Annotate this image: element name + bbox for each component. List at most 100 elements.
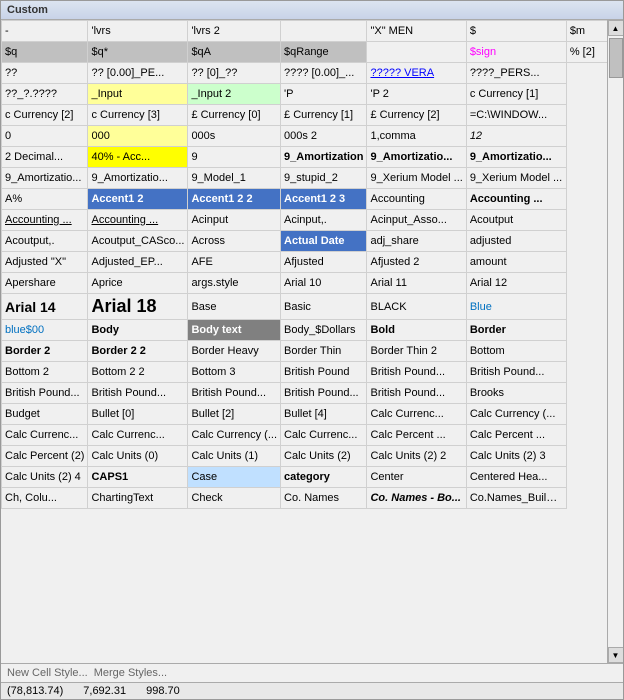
grid-cell[interactable]: Center (367, 467, 466, 488)
grid-cell[interactable]: Accent1 2 3 (281, 189, 367, 210)
grid-cell[interactable]: £ Currency [2] (367, 105, 466, 126)
grid-cell[interactable]: Acinput (188, 210, 281, 231)
grid-cell[interactable]: Afjusted (281, 252, 367, 273)
grid-cell[interactable]: Actual Date (281, 231, 367, 252)
grid-cell[interactable]: British Pound... (367, 383, 466, 404)
grid-cell[interactable]: 2 Decimal... (2, 147, 88, 168)
grid-cell[interactable]: Accent1 2 (88, 189, 188, 210)
grid-cell[interactable]: 000 (88, 126, 188, 147)
grid-cell[interactable]: Bottom 3 (188, 362, 281, 383)
grid-cell[interactable]: Body text (188, 320, 281, 341)
grid-cell[interactable]: Calc Currenc... (2, 425, 88, 446)
grid-cell[interactable]: Calc Units (2) (281, 446, 367, 467)
grid-cell[interactable]: 1,comma (367, 126, 466, 147)
grid-cell[interactable]: 0 (2, 126, 88, 147)
grid-cell[interactable]: Co.Names_Buildup... (466, 488, 566, 509)
grid-cell[interactable]: Co. Names - Bo... (367, 488, 466, 509)
grid-cell[interactable]: British Pound (281, 362, 367, 383)
grid-cell[interactable]: args.style (188, 273, 281, 294)
grid-cell[interactable]: 9_Amortizatio... (2, 168, 88, 189)
grid-cell[interactable]: Acinput,. (281, 210, 367, 231)
grid-cell[interactable]: $sign (466, 42, 566, 63)
grid-cell[interactable]: Border Thin 2 (367, 341, 466, 362)
grid-cell[interactable]: Acoutput (466, 210, 566, 231)
grid-cell[interactable]: £ Currency [1] (281, 105, 367, 126)
grid-cell[interactable]: Calc Units (1) (188, 446, 281, 467)
grid-cell[interactable]: British Pound... (466, 362, 566, 383)
grid-cell[interactable]: 'P (281, 84, 367, 105)
grid-cell[interactable]: British Pound... (2, 383, 88, 404)
grid-cell[interactable]: Bullet [4] (281, 404, 367, 425)
grid-cell[interactable]: $q* (88, 42, 188, 63)
grid-cell[interactable]: 9_Amortization (281, 147, 367, 168)
grid-cell[interactable]: _Input 2 (188, 84, 281, 105)
grid-cell[interactable]: c Currency [2] (2, 105, 88, 126)
grid-cell[interactable]: British Pound... (188, 383, 281, 404)
grid-cell[interactable]: _Input (88, 84, 188, 105)
grid-cell[interactable]: Border 2 (2, 341, 88, 362)
grid-cell[interactable]: Arial 14 (2, 294, 88, 320)
grid-cell[interactable]: Adjusted_EP... (88, 252, 188, 273)
grid-cell[interactable]: c Currency [1] (466, 84, 566, 105)
grid-cell[interactable]: Accounting ... (2, 210, 88, 231)
grid-cell[interactable]: Calc Units (0) (88, 446, 188, 467)
grid-cell[interactable]: - (2, 21, 88, 42)
merge-styles-button[interactable]: Merge Styles... (94, 667, 167, 679)
grid-cell[interactable]: Border Heavy (188, 341, 281, 362)
grid-cell[interactable]: Accounting ... (466, 189, 566, 210)
grid-cell[interactable]: Adjusted "X" (2, 252, 88, 273)
grid-cell[interactable]: "X" MEN (367, 21, 466, 42)
grid-cell[interactable]: Calc Units (2) 2 (367, 446, 466, 467)
grid-cell[interactable]: Base (188, 294, 281, 320)
grid-cell[interactable]: A% (2, 189, 88, 210)
grid-cell[interactable]: Across (188, 231, 281, 252)
grid-cell[interactable]: Accent1 2 2 (188, 189, 281, 210)
grid-cell[interactable]: Blue (466, 294, 566, 320)
grid-cell[interactable]: ?? (2, 63, 88, 84)
grid-cell[interactable]: =C:\WINDOW... (466, 105, 566, 126)
grid-cell[interactable]: c Currency [3] (88, 105, 188, 126)
grid-cell[interactable]: adjusted (466, 231, 566, 252)
grid-cell[interactable]: 9_Xerium Model ... (367, 168, 466, 189)
grid-cell[interactable]: 12 (466, 126, 566, 147)
grid-cell[interactable]: amount (466, 252, 566, 273)
grid-cell[interactable] (367, 42, 466, 63)
grid-cell[interactable]: Body_$Dollars (281, 320, 367, 341)
grid-cell[interactable]: Calc Currenc... (88, 425, 188, 446)
grid-cell[interactable]: Brooks (466, 383, 566, 404)
grid-cell[interactable]: 'lvrs (88, 21, 188, 42)
grid-cell[interactable]: Bullet [0] (88, 404, 188, 425)
grid-cell[interactable]: ???? [0.00]_... (281, 63, 367, 84)
grid-cell[interactable]: ?? [0]_?? (188, 63, 281, 84)
grid-cell[interactable]: ????? VERA (367, 63, 466, 84)
grid-cell[interactable]: Border Thin (281, 341, 367, 362)
grid-cell[interactable]: British Pound... (88, 383, 188, 404)
grid-cell[interactable]: Border 2 2 (88, 341, 188, 362)
grid-cell[interactable]: Bullet [2] (188, 404, 281, 425)
grid-cell[interactable]: 40% - Acc... (88, 147, 188, 168)
grid-cell[interactable]: 'P 2 (367, 84, 466, 105)
grid-cell[interactable]: Centered Hea... (466, 467, 566, 488)
grid-cell[interactable]: Body (88, 320, 188, 341)
grid-cell[interactable]: $q (2, 42, 88, 63)
grid-cell[interactable]: 9_Amortizatio... (88, 168, 188, 189)
grid-cell[interactable]: 9_Amortizatio... (466, 147, 566, 168)
grid-cell[interactable]: Calc Percent ... (466, 425, 566, 446)
grid-cell[interactable]: AFE (188, 252, 281, 273)
grid-cell[interactable]: Arial 10 (281, 273, 367, 294)
grid-cell[interactable]: Border (466, 320, 566, 341)
grid-cell[interactable]: Aprice (88, 273, 188, 294)
grid-cell[interactable]: Check (188, 488, 281, 509)
grid-cell[interactable]: Calc Percent (2) (2, 446, 88, 467)
grid-cell[interactable]: Basic (281, 294, 367, 320)
grid-cell[interactable]: $qA (188, 42, 281, 63)
grid-cell[interactable]: Acinput_Asso... (367, 210, 466, 231)
grid-cell[interactable]: Calc Units (2) 4 (2, 467, 88, 488)
grid-cell[interactable]: Arial 18 (88, 294, 188, 320)
scroll-down-button[interactable]: ▼ (608, 647, 624, 663)
grid-cell[interactable]: Calc Currency (... (188, 425, 281, 446)
grid-cell[interactable]: Budget (2, 404, 88, 425)
grid-cell[interactable]: Accounting (367, 189, 466, 210)
grid-cell[interactable]: 000s (188, 126, 281, 147)
grid-cell[interactable]: $m (566, 21, 607, 42)
